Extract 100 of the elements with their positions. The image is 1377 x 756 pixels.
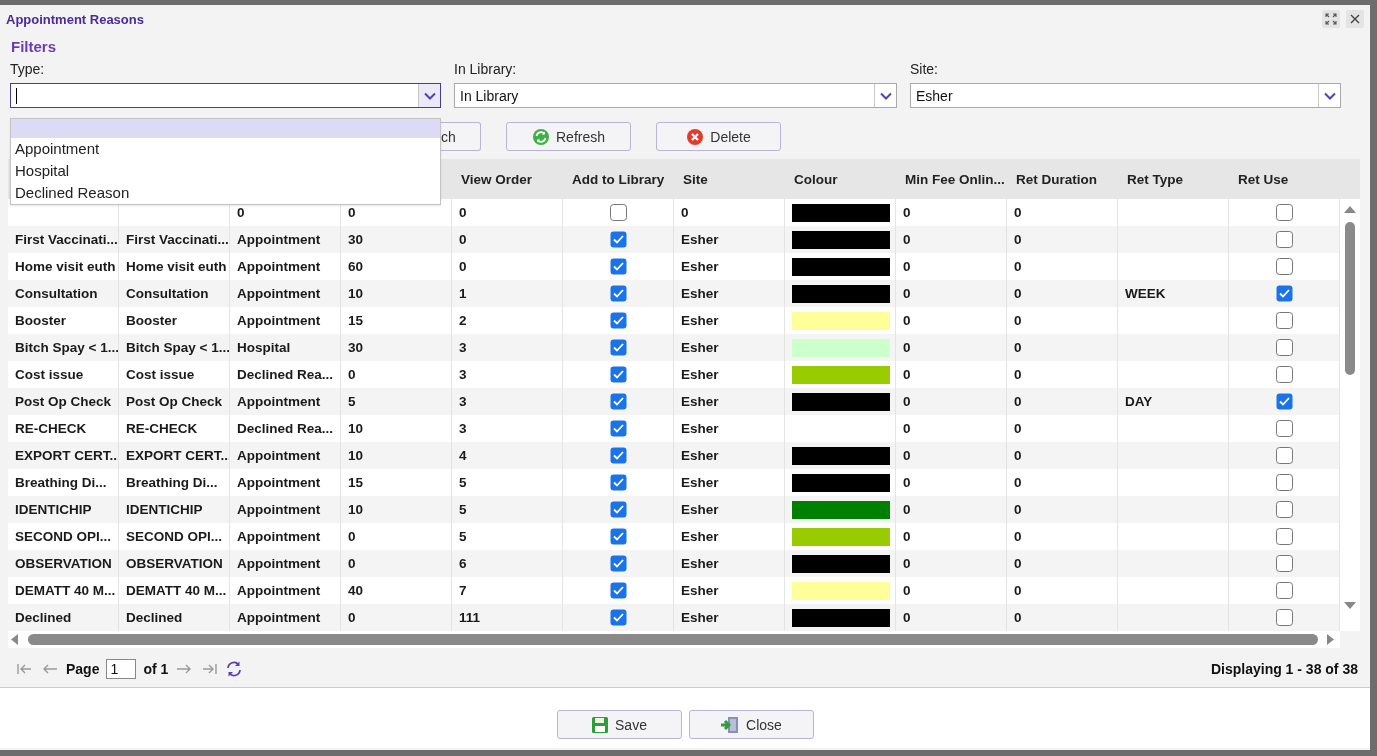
table-cell: 0 bbox=[237, 205, 245, 220]
checkbox[interactable] bbox=[1275, 339, 1293, 356]
table-cell: 0 bbox=[681, 205, 689, 220]
checkbox[interactable] bbox=[1275, 366, 1293, 383]
table-cell: OBSERVATION bbox=[15, 556, 112, 571]
column-header[interactable]: Add to Library bbox=[563, 171, 674, 187]
chevron-down-icon bbox=[1323, 91, 1336, 100]
refresh-icon[interactable] bbox=[225, 660, 244, 678]
checkbox[interactable] bbox=[609, 312, 627, 329]
delete-button[interactable]: Delete bbox=[656, 122, 781, 151]
table-cell: 3 bbox=[459, 394, 467, 409]
table-cell: Appointment bbox=[237, 286, 321, 301]
table-cell: 15 bbox=[348, 475, 364, 490]
checkbox[interactable] bbox=[609, 501, 627, 518]
checkbox[interactable] bbox=[1275, 447, 1293, 464]
checkbox[interactable] bbox=[1275, 258, 1293, 275]
column-header[interactable]: Ret Type bbox=[1118, 171, 1229, 187]
checkbox[interactable] bbox=[609, 420, 627, 437]
table-cell: 6 bbox=[459, 556, 467, 571]
dropdown-field[interactable] bbox=[10, 83, 441, 108]
table-cell: 0 bbox=[1014, 529, 1022, 544]
checkbox[interactable] bbox=[609, 231, 627, 248]
table-cell: EXPORT CERT... bbox=[126, 448, 229, 463]
table-cell: Breathing Di... bbox=[15, 475, 107, 490]
table-cell: 0 bbox=[348, 556, 356, 571]
checkbox[interactable] bbox=[1275, 312, 1293, 329]
table-cell: 0 bbox=[903, 205, 911, 220]
table-cell: 0 bbox=[459, 205, 467, 220]
save-button[interactable]: Save bbox=[556, 710, 682, 739]
last-page-icon[interactable] bbox=[200, 662, 219, 676]
table-cell: Breathing Di... bbox=[126, 475, 218, 490]
table-cell: First Vaccinati... bbox=[126, 232, 229, 247]
previous-page-icon[interactable] bbox=[41, 662, 59, 676]
table-cell: 30 bbox=[348, 232, 364, 247]
table-cell: 0 bbox=[1014, 232, 1022, 247]
table-cell: 0 bbox=[903, 232, 911, 247]
checkbox[interactable] bbox=[1275, 420, 1293, 437]
checkbox[interactable] bbox=[1275, 474, 1293, 491]
dropdown-option[interactable]: Hospital bbox=[11, 160, 440, 182]
dropdown-field[interactable]: In Library bbox=[454, 83, 897, 108]
checkbox[interactable] bbox=[1275, 609, 1293, 626]
table-cell: 3 bbox=[459, 367, 467, 382]
checkbox[interactable] bbox=[609, 582, 627, 599]
checkbox[interactable] bbox=[609, 366, 627, 383]
table-cell: Appointment bbox=[237, 529, 321, 544]
table-cell: 10 bbox=[348, 448, 364, 463]
table-cell: Booster bbox=[126, 313, 177, 328]
checkbox[interactable] bbox=[609, 285, 627, 302]
close-button[interactable] bbox=[1346, 10, 1364, 28]
table-cell: SECOND OPI... bbox=[15, 529, 112, 544]
search-button[interactable]: ch bbox=[441, 122, 481, 151]
table-cell: 0 bbox=[1014, 421, 1022, 436]
checkbox[interactable] bbox=[1275, 285, 1293, 302]
table-cell: IDENTICHIP bbox=[15, 502, 92, 517]
table-cell: Esher bbox=[681, 448, 719, 463]
table-cell: 0 bbox=[903, 340, 911, 355]
checkbox[interactable] bbox=[1275, 231, 1293, 248]
column-header[interactable]: Ret Use bbox=[1229, 171, 1340, 187]
checkbox[interactable] bbox=[1275, 555, 1293, 572]
table-cell: 0 bbox=[903, 529, 911, 544]
table-cell: Esher bbox=[681, 340, 719, 355]
record-count: Displaying 1 - 38 of 38 bbox=[1210, 661, 1358, 677]
table-cell: Post Op Check bbox=[126, 394, 223, 409]
table-cell: 0 bbox=[903, 313, 911, 328]
checkbox[interactable] bbox=[609, 528, 627, 545]
table-cell: 0 bbox=[1014, 286, 1022, 301]
checkbox[interactable] bbox=[1275, 501, 1293, 518]
close-button[interactable]: Close bbox=[688, 710, 814, 739]
dropdown-option[interactable]: Declined Reason bbox=[11, 182, 440, 204]
checkbox[interactable] bbox=[1275, 204, 1293, 221]
column-header[interactable]: Ret Duration bbox=[1007, 171, 1118, 187]
table-cell: 0 bbox=[903, 556, 911, 571]
checkbox[interactable] bbox=[609, 393, 627, 410]
column-header[interactable]: View Order bbox=[452, 171, 563, 187]
checkbox[interactable] bbox=[609, 204, 627, 221]
dropdown-option[interactable]: Appointment bbox=[11, 138, 440, 160]
checkbox[interactable] bbox=[1275, 582, 1293, 599]
table-cell: Hospital bbox=[237, 340, 291, 355]
page-input[interactable]: 1 bbox=[106, 659, 137, 679]
checkbox[interactable] bbox=[609, 258, 627, 275]
first-page-icon[interactable] bbox=[16, 662, 34, 676]
table-cell: 0 bbox=[1014, 502, 1022, 517]
checkbox[interactable] bbox=[609, 339, 627, 356]
checkbox[interactable] bbox=[609, 447, 627, 464]
table-cell: 0 bbox=[903, 583, 911, 598]
dropdown-field[interactable]: Esher bbox=[910, 83, 1341, 108]
checkbox[interactable] bbox=[1275, 393, 1293, 410]
refresh-button[interactable]: Refresh bbox=[506, 122, 631, 151]
table-cell: Home visit euth bbox=[15, 259, 116, 274]
checkbox[interactable] bbox=[1275, 528, 1293, 545]
column-header[interactable]: Min Fee Onlin... bbox=[896, 171, 1007, 187]
table-cell: Appointment bbox=[237, 610, 321, 625]
table-cell: RE-CHECK bbox=[15, 421, 87, 436]
maximize-button[interactable] bbox=[1322, 10, 1340, 28]
column-header[interactable]: Colour bbox=[785, 171, 896, 187]
checkbox[interactable] bbox=[609, 555, 627, 572]
checkbox[interactable] bbox=[609, 609, 627, 626]
checkbox[interactable] bbox=[609, 474, 627, 491]
table-cell: 0 bbox=[1014, 205, 1022, 220]
column-header[interactable]: Site bbox=[674, 171, 785, 187]
